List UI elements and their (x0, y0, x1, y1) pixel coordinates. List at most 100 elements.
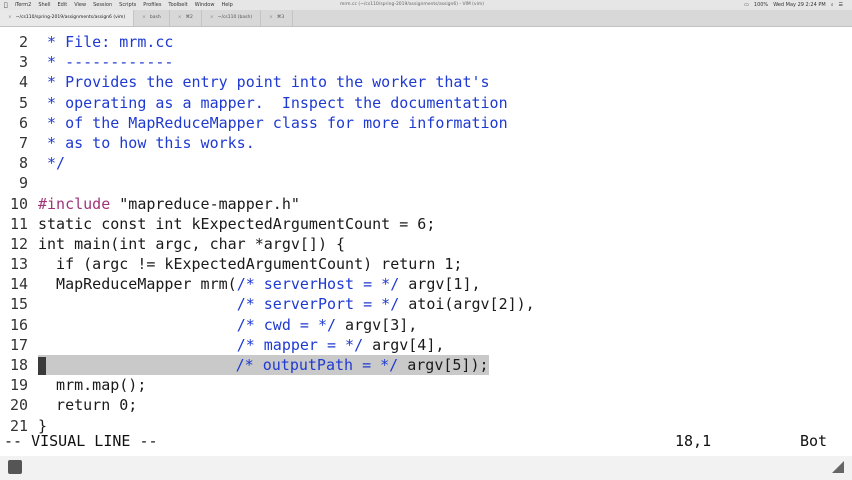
code-text: * of the MapReduceMapper class for more … (38, 113, 508, 133)
code-comment: * Provides the entry point into the work… (38, 73, 490, 92)
vim-status-line: -- VISUAL LINE -- 18,1 Bot (0, 431, 852, 451)
menu-item[interactable]: Edit (58, 2, 68, 8)
code-text: * Provides the entry point into the work… (38, 72, 490, 92)
close-icon[interactable]: × (210, 10, 214, 26)
code-token: argv[5]); (398, 356, 489, 374)
code-line[interactable]: 15 /* serverPort = */ atoi(argv[2]), (0, 294, 852, 314)
menu-item[interactable]: Toolbelt (168, 2, 187, 8)
code-line[interactable]: 5 * operating as a mapper. Inspect the d… (0, 93, 852, 113)
search-icon[interactable]: ⌕ (831, 2, 834, 8)
line-number: 14 (9, 275, 28, 294)
code-line[interactable]: 17 /* mapper = */ argv[4], (0, 335, 852, 355)
menu-item[interactable]: iTerm2 (15, 2, 32, 8)
menu-item[interactable]: Session (93, 2, 112, 8)
code-line[interactable]: 6 * of the MapReduceMapper class for mor… (0, 113, 852, 133)
vim-editor[interactable]: 2 * File: mrm.cc 3 * ------------ 4 * Prov… (0, 32, 852, 436)
tab[interactable]: × bash (134, 10, 170, 26)
tab-label: ~/cs110/spring-2019/assignments/assign6 … (15, 15, 126, 20)
code-text: * File: mrm.cc (38, 32, 173, 52)
line-number: 3 (18, 53, 28, 72)
menu-item[interactable]: Window (195, 2, 215, 8)
code-token: atoi(argv[2]), (399, 295, 535, 314)
line-number: 2 (18, 33, 28, 51)
tab-label: ⌘3 (276, 15, 285, 20)
line-number: 19 (9, 376, 28, 395)
line-number: 16 (9, 315, 28, 334)
code-line[interactable]: 14 MapReduceMapper mrm(/* serverHost = *… (0, 274, 852, 294)
close-icon[interactable]: × (142, 10, 146, 26)
code-comment: /* serverPort = */ (236, 295, 400, 314)
menu-item[interactable]: Shell (38, 2, 50, 8)
code-token: if (argc != kExpectedArgumentCount) retu… (38, 255, 463, 274)
code-token: argv[1], (399, 275, 481, 294)
tab[interactable]: × ~/cs110/spring-2019/assignments/assign6… (0, 10, 135, 26)
video-scrubber[interactable] (0, 456, 852, 480)
code-comment: /* cwd = */ (236, 315, 337, 334)
code-comment: /* mapper = */ (236, 335, 364, 354)
window-title: mrm.cc (~/cs110/spring-2019/assignments/… (340, 2, 484, 7)
line-number: 4 (18, 73, 28, 92)
tab-label: bash (149, 15, 161, 20)
code-line[interactable]: 11 static const int kExpectedArgumentCoun… (0, 214, 852, 234)
code-text: /* mapper = */ argv[4], (38, 335, 445, 355)
code-text: * operating as a mapper. Inspect the doc… (38, 93, 508, 113)
close-icon[interactable]: × (8, 10, 12, 26)
code-comment: /* outputPath = */ (235, 356, 399, 374)
tab-bar: × ~/cs110/spring-2019/assignments/assign6… (0, 10, 852, 27)
code-text: * ------------ (38, 52, 173, 72)
tab[interactable]: × ⌘3 (261, 10, 294, 26)
code-line[interactable]: 8 */ (0, 153, 852, 173)
close-icon[interactable]: × (178, 10, 182, 26)
code-line[interactable]: 7 * as to how this works. (0, 133, 852, 153)
line-number: 18 (9, 356, 28, 374)
line-number: 11 (9, 214, 28, 233)
code-line[interactable]: 4 * Provides the entry point into the wo… (0, 72, 852, 92)
code-line[interactable]: 20 return 0; (0, 395, 852, 415)
line-number: 10 (9, 194, 28, 213)
line-number: 6 (18, 113, 28, 132)
code-line[interactable]: 3 * ------------ (0, 52, 852, 72)
battery-icon[interactable]: ▭ (744, 2, 749, 8)
clock[interactable]: Wed May 29 2:24 PM (773, 2, 826, 8)
menu-item[interactable]: View (74, 2, 86, 8)
line-number: 9 (18, 174, 28, 193)
code-line[interactable]: 13 if (argc != kExpectedArgumentCount) r… (0, 254, 852, 274)
line-number: 20 (9, 396, 28, 415)
line-number: 15 (9, 295, 28, 314)
menu-list: iTerm2 Shell Edit View Session Scripts Profile… (15, 2, 240, 8)
tab[interactable]: × ~/cs110 (bash) (202, 10, 262, 26)
code-token: mrm.map(); (38, 376, 147, 395)
menu-bar:  iTerm2 Shell Edit View Session Scripts Profi… (0, 0, 852, 10)
code-comment: * ------------ (38, 53, 174, 72)
resize-corner-icon[interactable] (832, 461, 844, 473)
code-text: MapReduceMapper mrm(/* serverHost = */ a… (38, 274, 481, 294)
close-icon[interactable]: × (269, 10, 273, 26)
code-directive: #include (38, 194, 111, 213)
code-line[interactable]: 19 mrm.map(); (0, 375, 852, 395)
code-line[interactable]: 2 * File: mrm.cc (0, 32, 852, 52)
line-number: 8 (18, 154, 28, 173)
tab[interactable]: × ⌘2 (170, 10, 202, 26)
code-line[interactable]: 12 int main(int argc, char *argv[]) { (0, 234, 852, 254)
code-line[interactable]: 10 #include "mapreduce-mapper.h" (0, 194, 852, 214)
menu-item[interactable]: Profiles (143, 2, 161, 8)
menu-item[interactable]: Help (221, 2, 232, 8)
scrub-handle-icon[interactable] (8, 460, 22, 474)
code-text: /* cwd = */ argv[3], (38, 315, 418, 335)
tab-label: ~/cs110 (bash) (217, 15, 253, 20)
code-text: if (argc != kExpectedArgumentCount) retu… (38, 254, 462, 274)
code-line[interactable]: 18 /* outputPath = */ argv[5]); (0, 355, 852, 376)
code-token: int main(int argc, char *argv[]) { (38, 234, 346, 253)
code-line[interactable]: 9 (0, 173, 852, 193)
code-token: argv[4], (363, 335, 445, 354)
code-token: "mapreduce-mapper.h" (110, 194, 300, 213)
apple-menu-icon[interactable]:  (4, 2, 8, 9)
mode-indicator: -- VISUAL LINE -- (4, 432, 158, 450)
code-line[interactable]: 16 /* cwd = */ argv[3], (0, 315, 852, 335)
code-comment: * of the MapReduceMapper class for more … (38, 113, 508, 132)
menu-item[interactable]: Scripts (119, 2, 136, 8)
code-token: static const int kExpectedArgumentCount … (38, 214, 436, 233)
code-text: /* serverPort = */ atoi(argv[2]), (38, 294, 535, 314)
menu-icon[interactable]: ☰ (839, 2, 843, 8)
